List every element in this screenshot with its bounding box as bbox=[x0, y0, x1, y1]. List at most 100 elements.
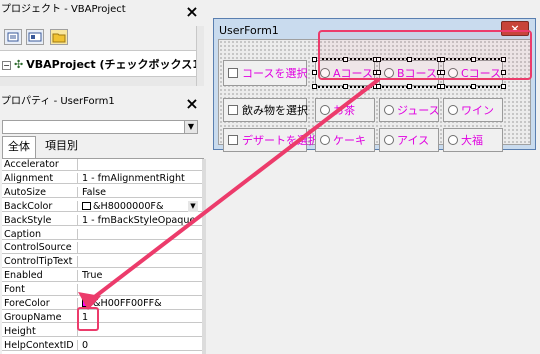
category-checkbox[interactable]: コースを選択 bbox=[228, 61, 307, 85]
property-row[interactable]: Alignment 1 - fmAlignmentRight bbox=[2, 172, 202, 185]
category-checkbox[interactable]: デザートを選択 bbox=[228, 129, 319, 151]
option-button[interactable]: Bコース bbox=[384, 61, 437, 85]
option-label: Aコース bbox=[333, 67, 373, 80]
object-select-combo[interactable]: ▼ bbox=[2, 120, 198, 134]
property-value[interactable]: False bbox=[82, 187, 198, 198]
project-tree: − ✣ VBAProject (チェックボックス1 bbox=[0, 50, 196, 76]
radio-icon[interactable] bbox=[384, 135, 394, 145]
property-row[interactable]: BackStyle 1 - fmBackStyleOpaque bbox=[2, 214, 202, 227]
property-row[interactable]: Font bbox=[2, 284, 202, 296]
property-row[interactable]: GroupName 1 bbox=[2, 311, 202, 324]
resize-handle bbox=[312, 57, 317, 62]
option-button[interactable]: Aコース bbox=[320, 61, 373, 85]
property-value[interactable] bbox=[82, 159, 198, 170]
option-button[interactable]: お茶 bbox=[320, 99, 355, 121]
radio-icon[interactable] bbox=[448, 105, 458, 115]
property-row[interactable]: ForeColor &H00FF00FF& bbox=[2, 298, 202, 310]
toggle-folders-icon[interactable] bbox=[50, 29, 68, 45]
resize-handle bbox=[440, 84, 445, 89]
checkbox-icon[interactable] bbox=[228, 135, 238, 145]
property-row[interactable]: BackColor &H8000000F& ▼ bbox=[2, 200, 202, 213]
property-name: BackColor bbox=[4, 200, 78, 212]
property-value[interactable]: 0 bbox=[82, 340, 198, 351]
property-grid-scrollbar[interactable] bbox=[202, 159, 206, 354]
property-value[interactable] bbox=[82, 284, 198, 295]
property-tabs: 全体 項目別 bbox=[0, 136, 204, 158]
option-button[interactable]: ワイン bbox=[448, 99, 494, 121]
properties-close-button[interactable]: × bbox=[182, 96, 202, 112]
option-button[interactable]: ジュース bbox=[384, 99, 440, 121]
radio-icon[interactable] bbox=[320, 105, 330, 115]
resize-handle bbox=[376, 57, 381, 62]
property-name: BackStyle bbox=[4, 214, 78, 226]
userform-close-button[interactable]: × bbox=[501, 21, 529, 36]
option-button[interactable]: Cコース bbox=[448, 61, 501, 85]
property-row[interactable]: ControlTipText bbox=[2, 256, 202, 268]
chevron-down-icon[interactable]: ▼ bbox=[188, 200, 198, 212]
resize-handle bbox=[501, 57, 506, 62]
option-frame: Aコース bbox=[312, 57, 378, 89]
radio-icon[interactable] bbox=[448, 135, 458, 145]
tree-item-vbaproject[interactable]: − ✣ VBAProject (チェックボックス1 bbox=[2, 56, 196, 72]
property-value[interactable] bbox=[82, 256, 198, 267]
radio-icon[interactable] bbox=[448, 68, 458, 78]
view-code-icon[interactable] bbox=[4, 29, 22, 45]
option-label: アイス bbox=[397, 134, 430, 147]
left-panel: プロジェクト - VBAProject × − ✣ VBAProject (チェック… bbox=[0, 0, 206, 354]
resize-handle bbox=[440, 57, 445, 62]
category-checkbox[interactable]: 飲み物を選択 bbox=[228, 99, 308, 121]
option-button[interactable]: ケーキ bbox=[320, 129, 366, 151]
resize-handle bbox=[501, 70, 506, 75]
property-value[interactable] bbox=[82, 242, 198, 253]
vba-project-icon: ✣ bbox=[14, 58, 24, 71]
property-value[interactable]: &H8000000F& ▼ bbox=[82, 200, 198, 212]
userform-client-area[interactable]: コースを選択 Aコース Bコース Cコース飲み物を選択 お茶 ジュース ワインデザートを選択… bbox=[218, 39, 531, 152]
property-value-text: True bbox=[82, 270, 103, 282]
option-button[interactable]: 大福 bbox=[448, 129, 483, 151]
property-row[interactable]: Height bbox=[2, 325, 202, 338]
property-value[interactable]: &H00FF00FF& bbox=[82, 298, 198, 309]
option-label: Cコース bbox=[461, 67, 502, 80]
project-toolbar bbox=[0, 24, 204, 50]
property-row[interactable]: HelpContextID 0 bbox=[2, 339, 202, 352]
option-frame: ケーキ bbox=[315, 128, 375, 152]
property-row[interactable]: Caption bbox=[2, 228, 202, 241]
radio-icon[interactable] bbox=[384, 105, 394, 115]
property-value[interactable]: True bbox=[82, 270, 198, 281]
view-object-icon[interactable] bbox=[26, 29, 44, 45]
property-row[interactable]: AutoSize False bbox=[2, 186, 202, 199]
property-value[interactable]: 1 - fmBackStyleOpaque bbox=[82, 215, 198, 226]
resize-handle bbox=[471, 57, 476, 62]
property-value[interactable]: 1 bbox=[82, 312, 198, 323]
option-label: ケーキ bbox=[333, 134, 366, 147]
property-value-text: &H8000000F& bbox=[93, 200, 164, 212]
property-value-text: 1 bbox=[82, 311, 89, 323]
project-horizontal-scrollbar[interactable] bbox=[0, 76, 196, 86]
radio-icon[interactable] bbox=[320, 68, 330, 78]
property-value[interactable] bbox=[82, 229, 198, 240]
property-row[interactable]: Enabled True bbox=[2, 270, 202, 282]
checkbox-icon[interactable] bbox=[228, 68, 238, 78]
property-name: Caption bbox=[4, 228, 78, 240]
option-frame: アイス bbox=[379, 128, 439, 152]
property-value[interactable]: 1 - fmAlignmentRight bbox=[82, 173, 198, 184]
radio-icon[interactable] bbox=[320, 135, 330, 145]
chevron-down-icon[interactable]: ▼ bbox=[184, 121, 197, 133]
radio-icon[interactable] bbox=[384, 68, 394, 78]
property-row[interactable]: Accelerator bbox=[2, 159, 202, 171]
userform-title: UserForm1 bbox=[219, 24, 279, 37]
checkbox-icon[interactable] bbox=[228, 105, 238, 115]
project-close-button[interactable]: × bbox=[182, 4, 202, 20]
option-button[interactable]: アイス bbox=[384, 129, 429, 151]
property-row[interactable]: ControlSource bbox=[2, 242, 202, 254]
tab-categorized[interactable]: 項目別 bbox=[40, 136, 83, 158]
collapse-icon[interactable]: − bbox=[2, 61, 11, 70]
properties-pane-title: プロパティ - UserForm1 bbox=[0, 94, 204, 110]
project-vertical-scrollbar[interactable] bbox=[196, 26, 204, 86]
option-label: ワイン bbox=[461, 104, 494, 117]
tab-alphabetic[interactable]: 全体 bbox=[2, 136, 36, 158]
color-swatch bbox=[82, 201, 91, 210]
property-name: Font bbox=[4, 284, 78, 296]
resize-handle bbox=[471, 84, 476, 89]
property-value[interactable] bbox=[82, 326, 198, 337]
